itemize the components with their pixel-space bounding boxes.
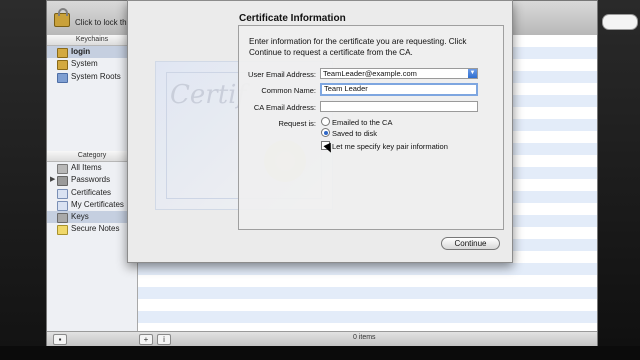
lock-label: Click to lock the (75, 18, 132, 27)
request-label: Request is: (278, 119, 316, 128)
my-certificates-icon (57, 200, 68, 211)
certificate-watermark: Certif (170, 80, 247, 110)
sidebar: Keychains login System System Roots Cate… (47, 35, 138, 331)
list-row (138, 275, 597, 287)
add-item-button[interactable]: + (139, 334, 153, 345)
option-keypair-label: Let me specify key pair information (332, 142, 448, 151)
toggle-sidebar-button[interactable]: ▪ (53, 334, 67, 345)
chevron-down-icon[interactable]: ▼ (468, 69, 477, 78)
category-header: Category (47, 151, 137, 162)
intro-text: Enter information for the certificate yo… (249, 37, 467, 57)
common-name-label: Common Name: (261, 86, 316, 95)
disclosure-triangle-icon[interactable]: ▶ (50, 174, 55, 186)
lock-icon[interactable] (54, 8, 70, 27)
sidebar-item-keys[interactable]: Keys (47, 211, 137, 224)
lock-icon (57, 48, 68, 58)
radio-saved[interactable] (321, 128, 330, 137)
item-count: 0 items (353, 334, 376, 341)
sidebar-item-label: Keys (71, 212, 89, 222)
all-items-icon (57, 164, 68, 174)
email-label: User Email Address: (248, 70, 316, 79)
sidebar-item-label: Passwords (71, 175, 111, 185)
sheet-title: Certificate Information (239, 13, 346, 24)
email-value: TeamLeader@example.com (323, 69, 417, 78)
sidebar-item-system-roots[interactable]: System Roots (47, 71, 137, 83)
sidebar-item-label: login (71, 47, 91, 56)
sidebar-item-login[interactable]: login (47, 46, 137, 59)
sidebar-item-label: My Certificates (71, 199, 124, 209)
sidebar-item-secure-notes[interactable]: Secure Notes (47, 223, 137, 236)
category-section: Category All Items ▶ Passwords Certifica… (47, 151, 137, 236)
get-info-button[interactable]: i (157, 334, 171, 345)
passwords-icon (57, 176, 68, 187)
radio-emailed[interactable] (321, 117, 330, 126)
list-row (138, 287, 597, 299)
sidebar-item-my-certificates[interactable]: My Certificates (47, 199, 137, 211)
key-icon (57, 213, 68, 224)
sidebar-item-certificates[interactable]: Certificates (47, 187, 137, 199)
sidebar-item-label: System (71, 59, 98, 69)
desktop-background-bottom (0, 346, 640, 360)
common-name-value: Team Leader (324, 84, 368, 93)
note-icon (57, 225, 68, 236)
lock-icon (57, 60, 68, 71)
folder-icon (57, 72, 68, 83)
desktop-background-right (598, 0, 640, 360)
bottom-bar: ▪ + i 0 items (47, 331, 597, 346)
ca-email-label: CA Email Address: (253, 103, 316, 112)
sidebar-item-system[interactable]: System (47, 58, 137, 71)
list-row (138, 263, 597, 275)
certificate-icon (57, 188, 68, 199)
sidebar-item-passwords[interactable]: ▶ Passwords (47, 174, 137, 187)
desktop-background-left (0, 0, 46, 360)
certificate-assistant-sheet: Certificate Information Certif Enter inf… (127, 0, 513, 263)
keychains-header: Keychains (47, 35, 137, 46)
list-row (138, 311, 597, 323)
list-row (138, 299, 597, 311)
search-field[interactable] (602, 14, 638, 30)
option-emailed-label: Emailed to the CA (332, 118, 393, 127)
ca-email-field[interactable] (320, 101, 478, 112)
common-name-field[interactable]: Team Leader (320, 83, 478, 96)
sidebar-item-label: Certificates (71, 187, 112, 197)
option-saved-label: Saved to disk (332, 129, 378, 138)
sidebar-item-all-items[interactable]: All Items (47, 162, 137, 174)
continue-button[interactable]: Continue (441, 237, 500, 250)
email-combo[interactable]: TeamLeader@example.com ▼ (320, 68, 478, 79)
sidebar-item-label: Secure Notes (71, 224, 120, 234)
sidebar-item-label: System Roots (71, 71, 121, 81)
sidebar-item-label: All Items (71, 163, 102, 172)
